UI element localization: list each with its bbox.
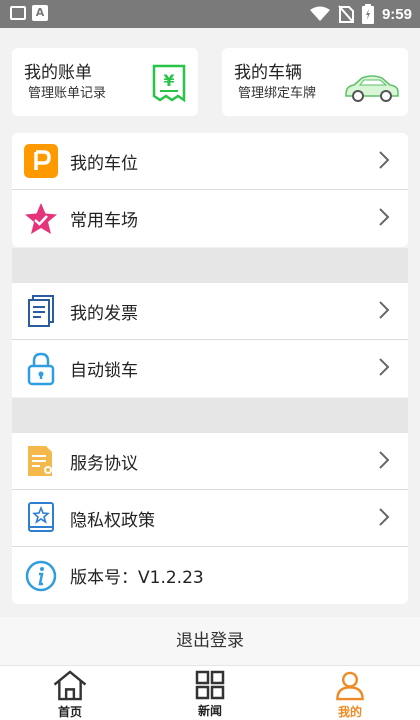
menu-item-label: 我的车位 [70,153,138,174]
car-icon [345,75,399,102]
tab-home[interactable]: 首页 [0,666,140,720]
summary-cards: 我的账单 管理账单记录 ¥ 我的车辆 管理绑定车牌 [12,48,408,116]
lock-icon [24,352,58,386]
chevron-right-icon [379,301,390,319]
tab-label: 新闻 [197,704,222,718]
card-title: 我的车辆 [234,63,302,83]
no-sim-icon [338,5,354,23]
bottom-tab-bar: 首页 新闻 我的 [0,665,420,720]
card-subtitle: 管理账单记录 [28,86,107,101]
a-icon: A [32,5,48,21]
wifi-icon [309,6,330,21]
grid-icon [195,670,225,700]
image-icon [10,6,26,20]
menu-item-my-parking[interactable]: 我的车位 [12,133,408,190]
battery-icon [361,4,374,24]
status-time: 9:59 [381,5,412,23]
tab-mine[interactable]: 我的 [280,666,420,720]
bill-icon: ¥ [152,64,186,102]
section-divider [12,398,408,433]
chevron-right-icon [379,208,390,226]
menu-item-service-agreement[interactable]: 服务协议 [12,433,408,490]
section-divider [12,248,408,283]
menu-item-auto-lock[interactable]: 自动锁车 [12,340,408,397]
menu-group-parking: 我的车位 常用车场 [12,133,408,247]
card-title: 我的账单 [24,63,92,83]
menu-item-privacy-policy[interactable]: 隐私权政策 [12,490,408,547]
privacy-book-icon [24,501,58,535]
menu-item-label: 常用车场 [70,211,138,231]
tab-news[interactable]: 新闻 [140,666,280,720]
menu-item-my-invoices[interactable]: 我的发票 [12,283,408,340]
menu-item-label: 自动锁车 [70,361,138,381]
logout-button[interactable]: 退出登录 [0,617,420,665]
tab-label: 首页 [57,705,82,719]
parking-icon [24,144,58,178]
svg-text:¥: ¥ [163,71,174,90]
tab-label: 我的 [337,705,362,719]
menu-item-label: 我的发票 [70,303,138,324]
menu-item-label: 隐私权政策 [70,510,155,531]
star-badge-icon [24,202,58,236]
invoice-icon [24,294,58,328]
card-subtitle: 管理绑定车牌 [238,86,317,101]
info-icon [24,559,58,593]
version-label: 版本号：V1.2.23 [70,568,204,588]
chevron-right-icon [379,451,390,469]
menu-item-frequent-lots[interactable]: 常用车场 [12,190,408,247]
card-my-vehicles[interactable]: 我的车辆 管理绑定车牌 [222,48,408,116]
home-icon [53,670,87,701]
document-icon [24,444,58,478]
card-my-bills[interactable]: 我的账单 管理账单记录 ¥ [12,48,198,116]
menu-group-services: 我的发票 自动锁车 [12,283,408,397]
menu-item-version: 版本号：V1.2.23 [12,547,408,604]
chevron-right-icon [379,151,390,169]
menu-group-about: 服务协议 隐私权政策 版本号：V1.2.23 [12,433,408,604]
menu-item-label: 服务协议 [70,453,138,474]
status-bar: A 9:59 [0,0,420,28]
chevron-right-icon [379,358,390,376]
user-icon [336,671,364,701]
chevron-right-icon [379,508,390,526]
